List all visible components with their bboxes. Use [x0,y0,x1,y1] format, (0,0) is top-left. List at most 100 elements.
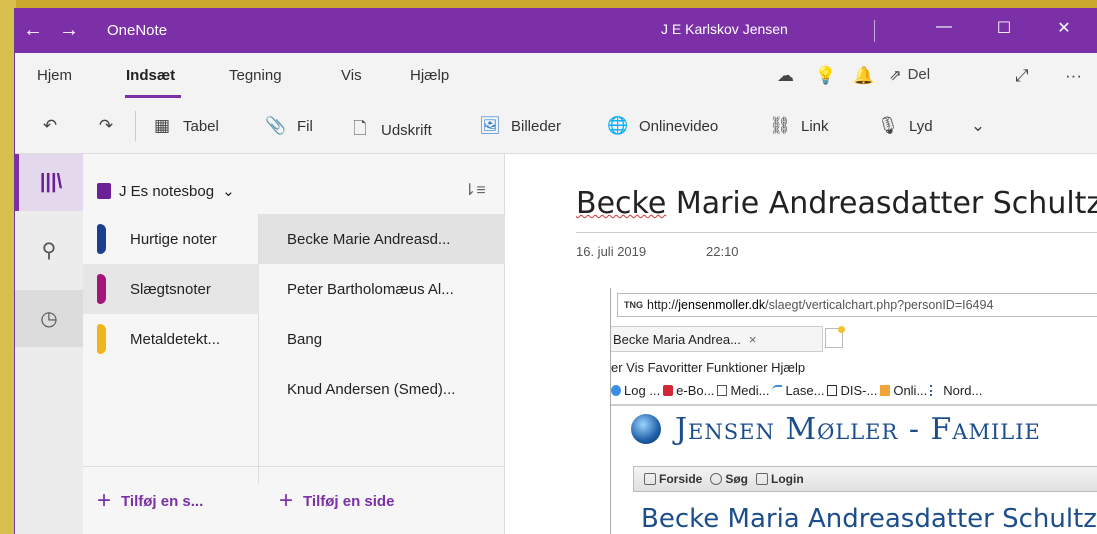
search-icon[interactable]: ⚲ [15,222,83,279]
redo-button[interactable]: ↷ [95,116,117,136]
app-name: OneNote [107,22,168,39]
favorite-item: Log ... [611,383,660,398]
page-title[interactable]: Becke Marie Andreasdatter Schultz [576,186,1097,221]
link-icon: ⛓ [769,116,791,135]
page-item[interactable]: Becke Marie Andreasd... [259,214,505,264]
redo-icon: ↷ [98,116,114,135]
section-label: Slægtsnoter [130,280,211,298]
ribbon-tabs: Hjem Indsæt Tegning Vis Hjælp ☁ 💡 🔔 ⇗ De… [15,53,1097,99]
picture-icon: 🖼 [479,116,501,135]
section-item[interactable]: Metaldetekt... [83,314,259,364]
add-page-button[interactable]: + Tilføj en side [279,489,394,513]
embedded-browser-tab: Becke Maria Andrea... × [611,326,823,352]
add-page-label: Tilføj en side [303,492,395,510]
site-heading: Becke Maria Andreasdatter Schultz [641,504,1097,534]
title-divider [576,232,1097,233]
embedded-screenshot[interactable]: TNG http://jensenmoller.dk/slaegt/vertic… [610,288,1097,534]
desktop-background [0,0,1097,8]
share-label: Del [907,66,931,83]
onenote-window: ← → OneNote J E Karlskov Jensen — ☐ ✕ Hj… [14,8,1097,534]
insert-toolbar: ↶ ↷ ▦ Tabel 📎 Fil 🗋 Udskrift 🖼 Billeder … [15,99,1097,154]
add-section-button[interactable]: + Tilføj en s... [97,489,203,513]
favorite-item: DIS-... [827,383,877,398]
section-color-tab [97,324,106,354]
favorite-item: Medi... [717,383,769,398]
tab-tegning[interactable]: Tegning [229,67,282,84]
active-tab-indicator [125,95,181,98]
page-item[interactable]: Peter Bartholomæus Al... [259,264,505,314]
insert-link-button[interactable]: ⛓ Link [769,116,829,136]
tab-hjaelp[interactable]: Hjælp [410,67,449,84]
undo-icon: ↶ [42,116,58,135]
lightbulb-icon[interactable]: 💡 [815,66,836,86]
site-nav-item: Login [756,472,804,486]
globe-logo-icon [631,414,661,444]
undo-button[interactable]: ↶ [39,116,61,136]
notebook-name: J Es notesbog [119,182,215,200]
page-title-rest: Marie Andreasdatter Schultz [666,186,1097,221]
table-icon: ▦ [153,116,171,135]
maximize-icon[interactable]: ☐ [989,18,1019,38]
toolbar-separator [135,111,136,141]
section-item[interactable]: Slægtsnoter [83,264,259,314]
page-canvas[interactable]: Becke Marie Andreasdatter Schultz 16. ju… [506,154,1097,534]
sync-status-icon[interactable]: ☁ [777,66,794,86]
pane-divider [83,466,505,467]
more-icon[interactable]: ··· [1065,66,1082,86]
minimize-icon[interactable]: — [929,18,959,36]
tng-logo: TNG [624,300,643,310]
table-label: Tabel [183,117,219,135]
page-item[interactable]: Knud Andersen (Smed)... [259,364,505,414]
sections-pages-pane: J Es notesbog ⌄ ⇂≡ Hurtige noter Slægtsn… [83,154,505,534]
online-video-icon: 🌐 [607,116,629,135]
user-name[interactable]: J E Karlskov Jensen [661,21,788,37]
pictures-label: Billeder [511,117,562,135]
notebooks-icon[interactable]: |||\ [15,154,83,211]
back-icon[interactable]: ← [15,19,51,42]
share-button[interactable]: ⇗ Del [889,66,930,84]
section-color-tab [97,224,106,254]
audio-icon: 🎙 [877,116,899,135]
insert-file-button[interactable]: 📎 Fil [265,116,313,136]
link-label: Link [801,117,829,135]
section-list: Hurtige noter Slægtsnoter Metaldetekt... [83,214,259,484]
printout-label: Udskrift [381,122,432,139]
site-nav-item: Forside [644,472,702,486]
bell-icon[interactable]: 🔔 [853,66,874,86]
fullscreen-icon[interactable]: ⤢ [1015,66,1029,86]
notebook-picker[interactable]: J Es notesbog ⌄ [97,182,235,200]
tab-hjem[interactable]: Hjem [37,67,72,84]
favorite-item: Nord... [930,383,982,398]
file-label: Fil [297,117,313,135]
insert-audio-button[interactable]: 🎙 Lyd [877,116,932,136]
page-date: 16. juli 2019 [576,244,647,259]
insert-pictures-button[interactable]: 🖼 Billeder [479,116,561,136]
notebook-icon [97,183,111,199]
section-item[interactable]: Hurtige noter [83,214,259,264]
page-item[interactable]: Bang [259,314,505,364]
more-tools-button[interactable]: ⌄ [967,116,989,136]
document-icon: 🗋 [353,119,367,138]
url-scheme: http:// [647,298,679,312]
insert-online-video-button[interactable]: 🌐 Onlinevideo [607,116,718,136]
tab-vis[interactable]: Vis [341,67,362,84]
favorite-item: e-Bo... [663,383,714,398]
forward-icon[interactable]: → [51,19,87,42]
insert-table-button[interactable]: ▦ Tabel [151,116,219,136]
url-domain: jensenmoller.dk [678,298,766,312]
page-list: Becke Marie Andreasd... Peter Bartholomæ… [259,214,505,484]
plus-icon: + [97,487,112,514]
tab-indsaet[interactable]: Indsæt [126,67,175,84]
insert-printout-button[interactable]: 🗋 Udskrift [349,116,432,145]
page-title-misspelled: Becke [576,186,667,221]
site-title: Jensen Møller - Familie [675,412,1041,447]
embedded-favorites-bar: Log ... e-Bo... Medi... Lase... DIS-... … [611,383,982,398]
chevron-down-icon: ⌄ [970,116,986,135]
recent-notes-icon[interactable]: ◷ [15,290,83,347]
chevron-down-icon: ⌄ [222,183,235,200]
close-icon[interactable]: ✕ [1049,18,1079,38]
favorite-item: Onli... [880,383,927,398]
url-path: /slaegt/verticalchart.php?personID=I6494 [765,298,994,312]
section-label: Metaldetekt... [130,330,221,348]
sort-icon[interactable]: ⇂≡ [463,180,486,200]
